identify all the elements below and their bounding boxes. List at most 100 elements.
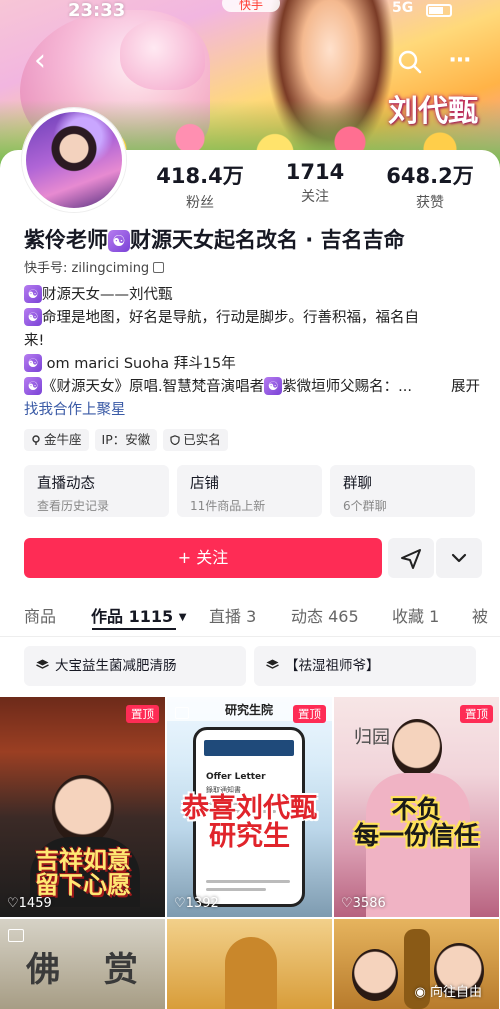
thumbnail-caption: 恭喜刘代甄 研究生 [169,795,330,852]
thumbnail-person [52,775,114,845]
tile-subtitle: 11件商品上新 [190,497,309,514]
thumbnail-caption: 吉祥如意 留下心愿 [4,847,162,897]
heart-icon: ♡ [7,896,19,911]
thumbnail-person [352,949,398,1001]
chevron-left-icon: ‹ [34,43,46,78]
thumbnail-caption: 不负 每一份信任 [336,797,497,850]
tag-text: 金牛座 [44,432,82,447]
video-thumbnail[interactable]: 归园 不负 每一份信任 置顶 ♡3586 [334,697,499,917]
tab-label: 被 [472,607,488,626]
like-count: ♡3586 [341,896,386,911]
tile-subtitle: 6个群聊 [343,497,462,514]
collection-chip[interactable]: 【祛湿祖师爷】 [254,646,476,686]
copy-icon[interactable] [153,262,164,273]
tab-count: 3 [246,607,256,626]
stat-value: 648.2万 [380,160,480,190]
profile-bio[interactable]: ☯财源天女——刘代甄 ☯命理是地图，好名是导航，行动是脚步。行善积福，福名自 来… [24,284,480,422]
follow-button[interactable]: + 关注 [24,538,382,578]
tab-products[interactable]: 商品 [24,603,56,627]
weibo-icon: ◉ [415,985,426,1000]
more-dots-icon: ⋯ [449,48,471,73]
stat-followers[interactable]: 418.4万 粉丝 [150,160,250,212]
collab-link[interactable]: 找我合作上聚星 [24,399,480,422]
text-line [206,880,290,883]
video-thumbnail[interactable]: 佛 赏 [0,919,165,1009]
stat-label: 获赞 [380,192,480,212]
thumbnail-sign: 归园 [354,723,390,749]
more-options-button[interactable] [436,538,482,578]
tab-label: 作品 [91,607,123,626]
bio-line: 紫微垣师父赐名：... [282,379,412,395]
video-thumbnail[interactable]: 研究生院 Offer Letter 錄取通知書 恭喜刘代甄 研究生 置顶 ♡13… [167,697,332,917]
yin-yang-icon: ☯ [24,377,42,395]
yin-yang-icon: ☯ [24,285,42,303]
heart-icon: ♡ [341,896,353,911]
expand-bio-link[interactable]: 展开 [445,376,480,399]
collection-title: 大宝益生菌减肥清肠 [55,658,177,674]
back-button[interactable]: ‹ [22,44,58,80]
video-thumbnail[interactable]: 吉祥如意 留下心愿 置顶 ♡1459 [0,697,165,917]
thumbnail-header-text: 研究生院 [225,701,273,718]
tab-label: 商品 [24,607,56,626]
send-message-button[interactable] [388,538,434,578]
image-icon [175,707,189,719]
yin-yang-icon: ☯ [24,308,42,326]
stat-label: 粉丝 [150,192,250,212]
tab-favorites[interactable]: 收藏 1 [392,603,439,627]
collection-stack-icon [266,659,279,671]
heart-icon: ♡ [174,896,186,911]
user-id[interactable]: 快手号: zilingciming [24,257,164,276]
chevron-down-icon [436,538,482,578]
more-button[interactable]: ⋯ [440,44,480,80]
tile-live-history[interactable]: 直播动态 查看历史记录 [24,465,169,517]
collection-chip[interactable]: 大宝益生菌减肥清肠 [24,646,246,686]
profile-stats: 418.4万 粉丝 1714 关注 648.2万 获赞 [150,160,480,212]
watermark: ◉ 向往自由 [415,981,483,1000]
tile-group-chat[interactable]: 群聊 6个群聊 [330,465,475,517]
shield-icon [170,435,180,445]
thumbnail-person [392,719,442,777]
bio-line: 来! [24,333,44,349]
caret-down-icon: ▼ [179,612,187,623]
yin-yang-icon: ☯ [108,230,130,252]
tab-label: 直播 [209,607,241,626]
bio-line: 命理是地图，好名是导航，行动是脚步。行善积福，福名自 [42,310,419,326]
search-icon [392,44,428,80]
pinned-badge: 置顶 [126,705,159,723]
tab-live[interactable]: 直播 3 [209,603,256,627]
stat-following[interactable]: 1714 关注 [265,160,365,212]
tile-title: 直播动态 [37,472,156,493]
pinned-badge: 置顶 [293,705,326,723]
video-thumbnail[interactable] [167,919,332,1009]
tag-text: IP：安徽 [102,432,151,447]
tag-verified: 已实名 [163,429,228,451]
tag-zodiac: 金牛座 [24,429,89,451]
tile-shop[interactable]: 店铺 11件商品上新 [177,465,322,517]
bio-line: 《财源天女》原唱.智慧梵音演唱者 [42,379,264,395]
stat-likes[interactable]: 648.2万 获赞 [380,160,480,212]
offer-letter-title: Offer Letter [206,772,266,782]
tab-more[interactable]: 被 [472,603,488,627]
collection-stack-icon [36,659,49,671]
tile-subtitle: 查看历史记录 [37,497,156,514]
tab-label: 收藏 [392,607,424,626]
profile-name-suffix: 财源天女起名改名 · 吉名吉命 [130,228,405,252]
search-button[interactable] [392,44,428,80]
stat-value: 418.4万 [150,160,250,190]
image-icon [8,929,24,942]
thumbnail-caption: 佛 赏 [20,953,160,989]
tag-ip: IP：安徽 [95,429,158,451]
bio-line: om marici Suoha 拜斗15年 [47,356,236,372]
tile-title: 店铺 [190,472,309,493]
pinned-badge: 置顶 [460,705,493,723]
tab-moments[interactable]: 动态 465 [291,603,359,627]
send-icon [388,538,434,578]
tab-count: 1 [429,607,439,626]
divider [0,636,500,637]
avatar[interactable] [22,108,126,212]
like-count: ♡1459 [7,896,52,911]
tab-works[interactable]: 作品 1115 ▼ [91,603,186,627]
yin-yang-icon: ☯ [264,377,282,395]
thumbnail-statue [225,937,277,1009]
tag-text: 已实名 [183,432,221,447]
